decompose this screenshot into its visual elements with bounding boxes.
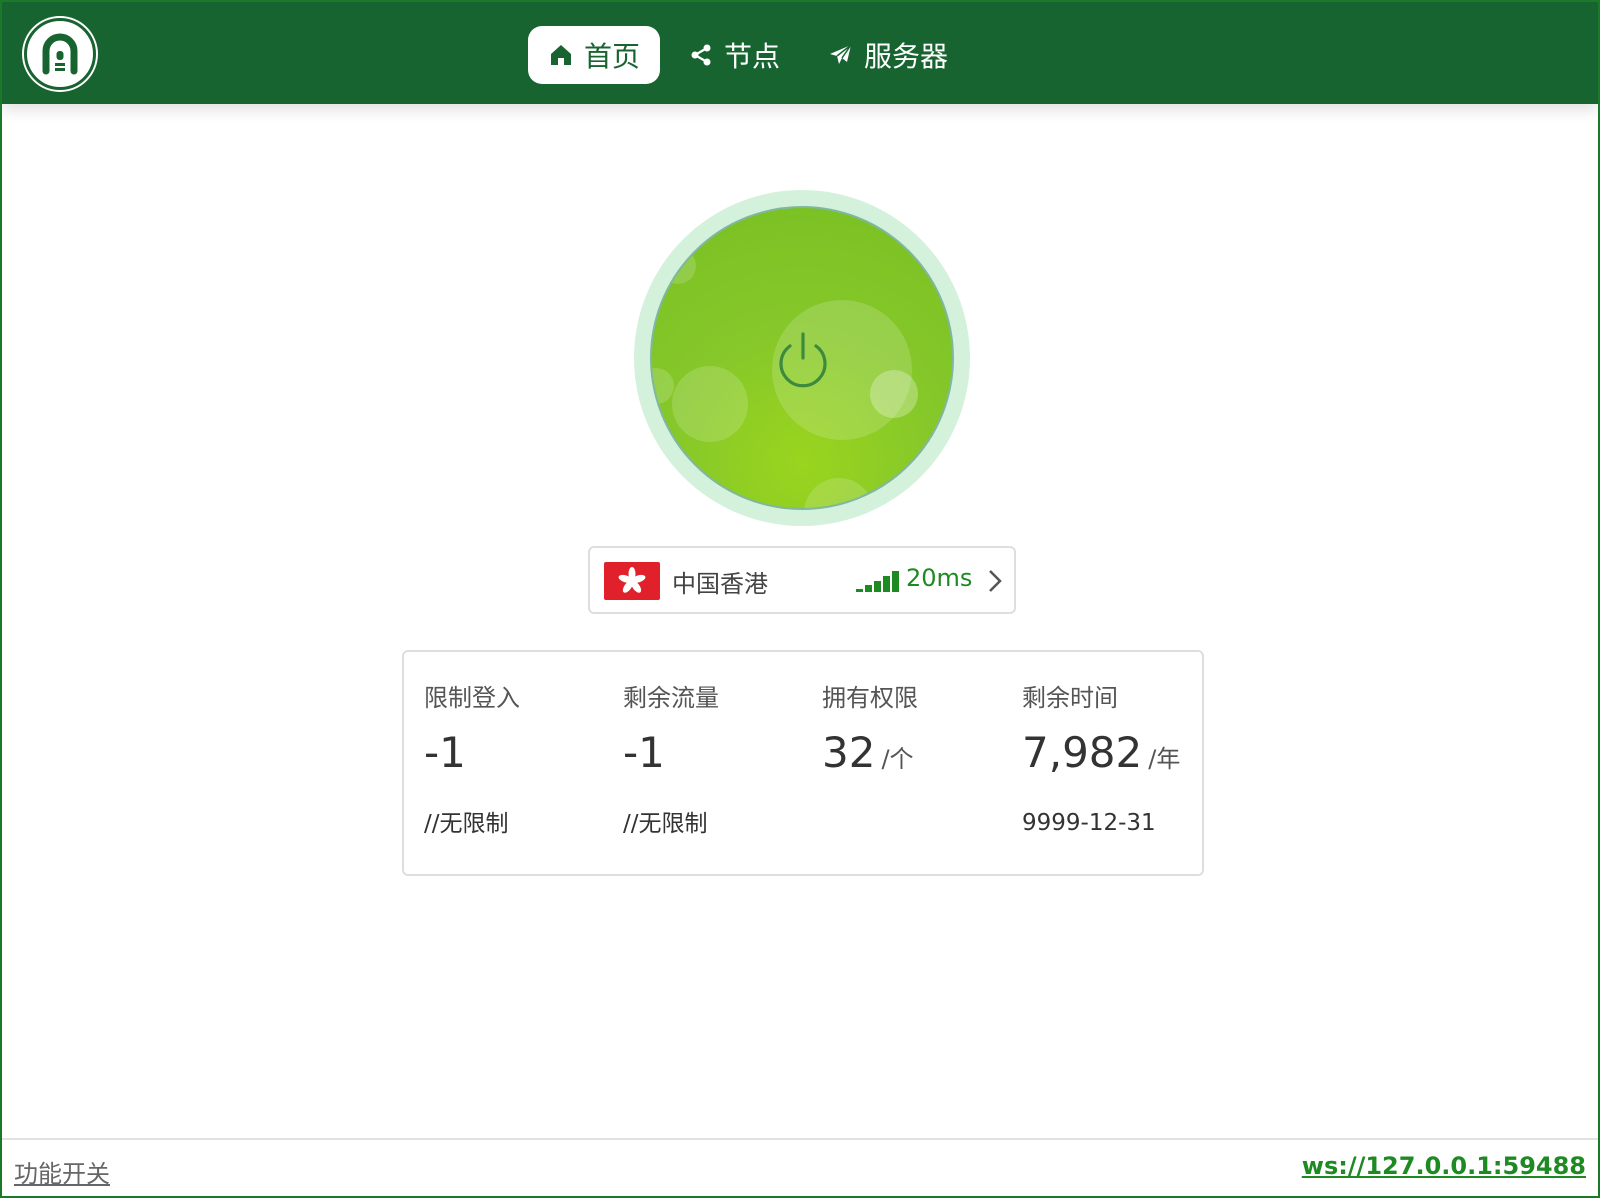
stat-label: 剩余流量 [623,684,719,712]
node-name: 中国香港 [672,570,768,598]
decor-bubble [870,370,918,418]
stat-permissions: 拥有权限 32/个 [822,652,1012,878]
latency-value: 20ms [906,564,973,592]
stat-label: 限制登入 [424,684,520,712]
nav-servers[interactable]: 服务器 [808,26,968,84]
signal-bars-icon [856,570,904,592]
hong-kong-flag-icon [604,562,660,600]
expiry-date: 9999-12-31 [1022,810,1156,836]
main-nav: 首页 节点 服务器 [528,26,976,84]
chevron-right-icon [989,570,1002,592]
power-icon [779,332,827,388]
stat-value: -1 [424,728,466,777]
account-stats-panel: 限制登入 -1 //无限制 剩余流量 -1 //无限制 拥有权限 32/个 剩余… [402,650,1204,876]
node-selector[interactable]: 中国香港 20ms [588,546,1016,614]
stat-remaining-traffic: 剩余流量 -1 //无限制 [623,652,813,878]
stat-note: //无限制 [623,811,708,837]
stat-note: //无限制 [424,811,509,837]
app-window: 首页 节点 服务器 中国香港 20ms 限制登入 -1 //无限制 剩余流量 -… [0,0,1600,1198]
send-icon [828,42,854,68]
top-navbar: 首页 节点 服务器 [2,2,1598,104]
nav-home-label: 首页 [584,40,641,73]
power-button-ring [634,190,970,526]
decor-bubble [660,248,696,284]
stat-login-limit: 限制登入 -1 //无限制 [424,652,614,878]
stat-label: 拥有权限 [822,684,918,712]
tunnel-logo-icon[interactable] [24,18,96,90]
stat-remaining-time: 剩余时间 7,982/年 9999-12-31 [1022,652,1212,878]
nav-home[interactable]: 首页 [528,26,661,84]
nav-nodes[interactable]: 节点 [668,26,800,84]
websocket-address-link[interactable]: ws://127.0.0.1:59488 [1302,1152,1586,1180]
stat-value: -1 [623,728,665,777]
stat-unit: /个 [881,745,914,773]
nav-servers-label: 服务器 [864,40,949,73]
home-icon [548,42,574,68]
decor-bubble [672,366,748,442]
stat-unit: /年 [1148,745,1181,773]
feature-toggle-link[interactable]: 功能开关 [14,1154,110,1189]
decor-bubble [652,368,674,404]
footer-divider [2,1138,1598,1140]
stat-value: 7,982/年 [1022,728,1181,777]
decor-bubble [804,478,874,508]
stat-value: 32/个 [822,728,914,777]
share-icon [688,42,714,68]
power-button[interactable] [650,206,954,510]
stat-label: 剩余时间 [1022,684,1118,712]
nav-nodes-label: 节点 [724,40,781,73]
